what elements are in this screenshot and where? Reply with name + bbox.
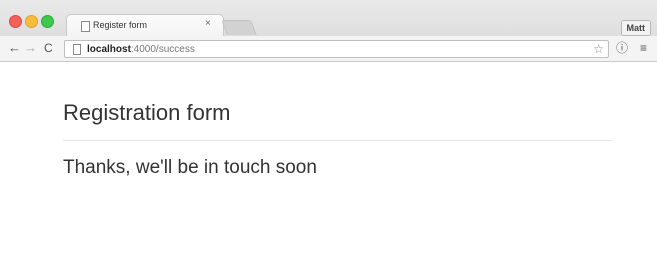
browser-toolbar: ← → C localhost:4000/success ☆ ⓘ ≡	[0, 36, 657, 62]
minimize-window-button[interactable]	[25, 15, 38, 28]
page-content: Registration form Thanks, we'll be in to…	[0, 62, 657, 273]
url-host: localhost	[87, 44, 131, 55]
url-path: :4000/success	[130, 44, 195, 55]
tab-strip: Register form × Matt	[0, 0, 657, 36]
title-divider	[63, 140, 612, 141]
menu-icon[interactable]: ≡	[640, 41, 647, 55]
tab-title: Register form	[93, 20, 148, 30]
url-text: localhost:4000/success	[87, 44, 195, 55]
page-icon	[81, 21, 90, 32]
profile-button[interactable]: Matt	[620, 20, 651, 36]
tab-register-form[interactable]: Register form ×	[66, 14, 224, 36]
page-title: Registration form	[63, 100, 231, 125]
forward-arrow-icon[interactable]: →	[24, 41, 37, 55]
page-icon	[73, 44, 81, 55]
back-arrow-icon[interactable]: ←	[8, 41, 21, 55]
bookmark-star-icon[interactable]: ☆	[593, 42, 604, 56]
browser-window: Register form × Matt ← → C localhost:400…	[0, 0, 657, 273]
zoom-window-button[interactable]	[41, 15, 54, 28]
reload-icon[interactable]: C	[44, 41, 53, 55]
address-bar[interactable]: localhost:4000/success ☆	[64, 40, 609, 58]
close-window-button[interactable]	[9, 15, 22, 28]
info-icon[interactable]: ⓘ	[616, 41, 628, 55]
new-tab-button[interactable]	[221, 20, 257, 35]
close-icon[interactable]: ×	[205, 19, 211, 29]
success-message: Thanks, we'll be in touch soon	[63, 157, 317, 178]
